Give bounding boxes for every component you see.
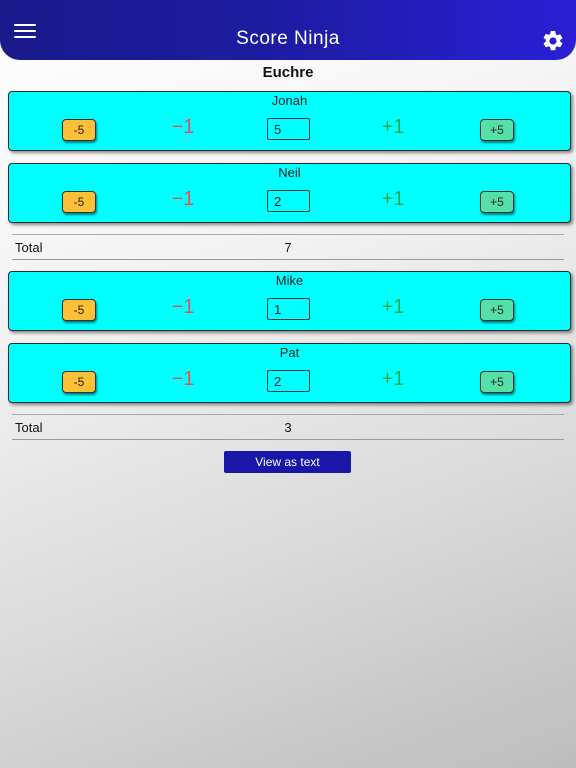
- view-as-text-button[interactable]: View as text: [224, 451, 351, 473]
- plus-1-button[interactable]: +1: [373, 368, 413, 391]
- plus-5-button[interactable]: +5: [480, 371, 514, 393]
- minus-1-button[interactable]: −1: [163, 188, 203, 211]
- app-bar: Score Ninja: [0, 0, 576, 60]
- minus-1-button[interactable]: −1: [163, 116, 203, 139]
- minus-5-button[interactable]: -5: [62, 299, 96, 321]
- minus-1-button[interactable]: −1: [163, 296, 203, 319]
- plus-5-button[interactable]: +5: [480, 191, 514, 213]
- total-value: 7: [284, 240, 292, 255]
- plus-5-button[interactable]: +5: [480, 299, 514, 321]
- score-input[interactable]: [267, 118, 310, 140]
- player-card-jonah: Jonah -5 −1 +1 +5: [8, 91, 571, 151]
- score-input[interactable]: [267, 298, 310, 320]
- minus-5-button[interactable]: -5: [62, 119, 96, 141]
- minus-1-button[interactable]: −1: [163, 368, 203, 391]
- team-total-row: Total 7: [12, 234, 564, 260]
- player-name: Jonah: [271, 93, 308, 108]
- team-total-row: Total 3: [12, 414, 564, 440]
- player-name: Pat: [279, 345, 300, 360]
- minus-5-button[interactable]: -5: [62, 191, 96, 213]
- player-card-mike: Mike -5 −1 +1 +5: [8, 271, 571, 331]
- plus-1-button[interactable]: +1: [373, 116, 413, 139]
- score-input[interactable]: [267, 190, 310, 212]
- player-card-neil: Neil -5 −1 +1 +5: [8, 163, 571, 223]
- player-card-pat: Pat -5 −1 +1 +5: [8, 343, 571, 403]
- player-name: Mike: [275, 273, 304, 288]
- app-title: Score Ninja: [236, 28, 340, 49]
- player-name: Neil: [278, 165, 301, 180]
- game-title: Euchre: [262, 64, 314, 81]
- plus-5-button[interactable]: +5: [480, 119, 514, 141]
- total-value: 3: [284, 420, 292, 435]
- minus-5-button[interactable]: -5: [62, 371, 96, 393]
- plus-1-button[interactable]: +1: [373, 296, 413, 319]
- plus-1-button[interactable]: +1: [373, 188, 413, 211]
- score-input[interactable]: [267, 370, 310, 392]
- gear-icon[interactable]: [541, 29, 565, 53]
